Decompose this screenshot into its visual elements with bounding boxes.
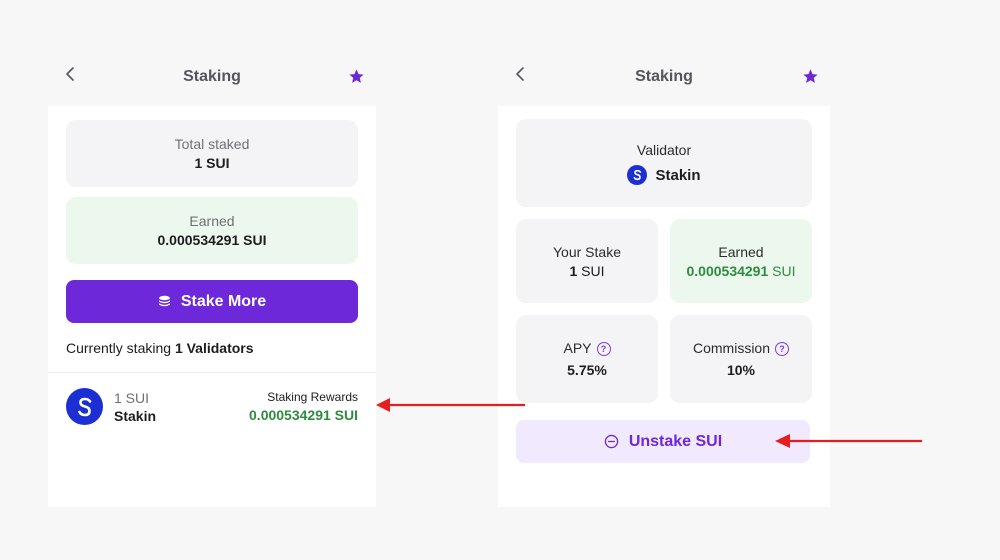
help-icon[interactable]: ? xyxy=(596,342,611,357)
commission-card: Commission? 10% xyxy=(670,315,812,403)
earned-unit: SUI xyxy=(772,262,796,279)
star-icon xyxy=(348,68,364,83)
coins-stack-icon xyxy=(158,295,170,306)
staking-rewards-label: Staking Rewards xyxy=(267,390,358,404)
left-header: Staking xyxy=(48,52,376,106)
total-staked-card: Total staked 1 SUI xyxy=(66,120,358,187)
staking-rewards-value: 0.000534291 SUI xyxy=(249,407,358,423)
apy-card: APY? 5.75% xyxy=(516,315,658,403)
right-header: Staking xyxy=(498,52,830,106)
help-icon[interactable]: ? xyxy=(775,342,789,357)
earned-amount: 0.000534291 xyxy=(686,262,769,279)
annotation-arrow-right xyxy=(775,434,922,448)
favorite-button[interactable] xyxy=(346,66,366,86)
currently-staking-text: Currently staking 1 Validators xyxy=(66,340,254,356)
your-stake-label: Your Stake xyxy=(553,243,621,260)
earned-card: Earned 0.000534291 SUI xyxy=(66,197,358,264)
your-stake-card: Your Stake 1 SUI xyxy=(516,219,658,303)
earned-label: Earned xyxy=(718,243,764,260)
annotation-arrow-left xyxy=(376,398,525,412)
minus-circle-icon xyxy=(604,434,619,449)
commission-value: 10% xyxy=(726,362,756,378)
validator-name: Stakin xyxy=(655,166,701,184)
page-title: Staking xyxy=(183,68,241,85)
earned-label: Earned xyxy=(189,213,235,229)
currently-staking-prefix: Currently staking xyxy=(66,340,175,356)
validator-card: Validator Stakin xyxy=(516,119,812,207)
star-icon xyxy=(802,68,818,83)
validator-list-item[interactable]: 1 SUI Stakin Staking Rewards 0.000534291… xyxy=(48,374,376,438)
unstake-label: Unstake SUI xyxy=(628,432,723,450)
validator-stake-amount: 1 SUI xyxy=(114,390,150,406)
favorite-button[interactable] xyxy=(800,66,820,86)
stake-more-button[interactable]: Stake More xyxy=(66,280,358,323)
apy-label-row: APY? xyxy=(563,339,611,357)
earned-card: Earned 0.000534291 SUI xyxy=(670,219,812,303)
your-stake-amount: 1 xyxy=(569,262,578,279)
commission-label: Commission xyxy=(692,340,770,356)
unstake-button[interactable]: Unstake SUI xyxy=(516,420,810,463)
divider xyxy=(48,372,376,373)
page-title: Staking xyxy=(635,68,693,85)
your-stake-value: 1 SUI xyxy=(569,262,604,280)
validator-name: Stakin xyxy=(114,408,157,424)
stakin-logo-icon xyxy=(66,388,103,425)
validator-label: Validator xyxy=(636,142,692,158)
apy-value: 5.75% xyxy=(567,362,607,378)
stake-more-label: Stake More xyxy=(180,292,267,310)
validator-count: 1 Validators xyxy=(174,340,254,356)
total-staked-label: Total staked xyxy=(174,136,250,152)
commission-label-row: Commission? xyxy=(693,339,789,357)
stakin-logo-icon xyxy=(627,165,648,185)
your-stake-unit: SUI xyxy=(581,262,605,279)
total-staked-value: 1 SUI xyxy=(194,155,230,171)
earned-value: 0.000534291 SUI xyxy=(687,262,796,280)
apy-label: APY xyxy=(563,340,592,356)
earned-value: 0.000534291 SUI xyxy=(157,232,267,248)
left-staking-panel: Staking Total staked 1 SUI Earned 0.0005… xyxy=(48,52,376,507)
validator-identity: Stakin xyxy=(627,165,701,185)
